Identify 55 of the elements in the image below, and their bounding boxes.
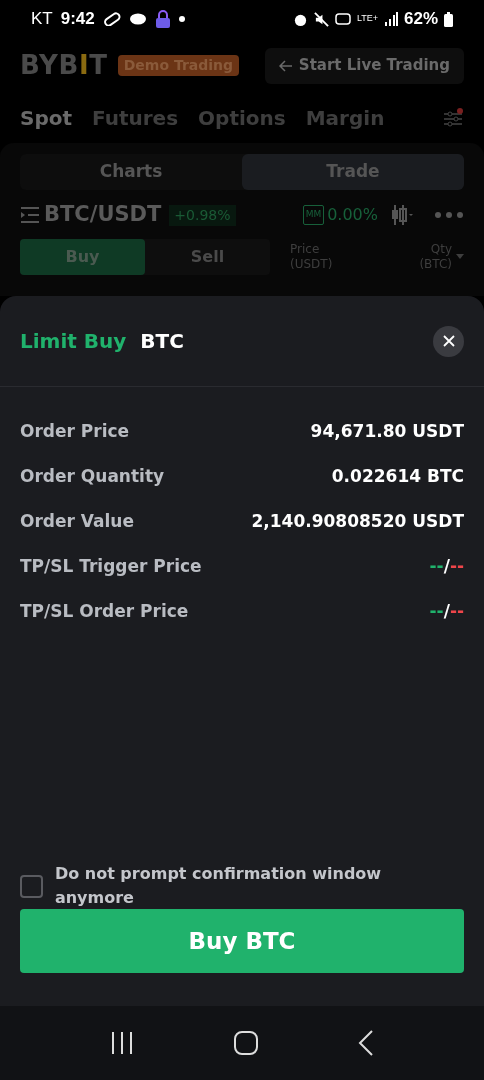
signal-icon xyxy=(383,12,398,26)
market-tab[interactable]: Options xyxy=(198,103,286,133)
stop-loss-value: -- xyxy=(449,554,464,578)
battery-icon xyxy=(444,11,453,27)
row-label: Order Quantity xyxy=(20,464,165,488)
row-value: 94,671.80 USDT xyxy=(310,419,464,443)
stop-loss-value: -- xyxy=(449,599,464,623)
view-tab[interactable]: Trade xyxy=(242,154,464,190)
market-tab[interactable]: Futures xyxy=(92,103,179,133)
lock-icon xyxy=(154,9,171,29)
clock: 9:42 xyxy=(60,8,95,31)
close-icon xyxy=(442,335,455,347)
recent-apps-icon[interactable] xyxy=(110,1031,134,1055)
row-label: Order Value xyxy=(20,509,134,533)
mm-rate: 0.00% xyxy=(327,204,378,226)
more-icon[interactable] xyxy=(434,211,464,219)
menu-icon[interactable] xyxy=(20,206,40,224)
filter-settings-icon[interactable] xyxy=(442,107,464,129)
dialog-asset: BTC xyxy=(140,328,184,355)
caret-icon[interactable] xyxy=(456,254,464,260)
take-profit-value: -- xyxy=(429,599,444,623)
separator: / xyxy=(443,554,450,578)
checkbox[interactable] xyxy=(20,874,43,898)
row-value: 0.022614 BTC xyxy=(331,464,464,488)
side-tab[interactable]: Buy xyxy=(20,239,145,275)
logo: BYBIT xyxy=(20,49,108,82)
take-profit-value: -- xyxy=(429,554,444,578)
mm-badge: MM xyxy=(302,205,325,225)
start-live-trading-button[interactable]: Start Live Trading xyxy=(264,47,464,84)
network-type: LTE+ xyxy=(356,12,378,26)
row-label: TP/SL Trigger Price xyxy=(20,554,202,578)
market-tab[interactable]: Spot xyxy=(20,103,73,133)
row-label: Order Price xyxy=(20,419,130,443)
side-tab[interactable]: Sell xyxy=(145,239,270,275)
hd-icon xyxy=(334,12,351,26)
market-tab[interactable]: Margin xyxy=(305,103,385,133)
pair-symbol[interactable]: BTC/USDT xyxy=(44,199,162,231)
change-badge: +0.98% xyxy=(169,204,236,226)
checkbox-label: Do not prompt confirmation window anymore xyxy=(54,863,383,909)
candlestick-icon[interactable] xyxy=(390,203,416,227)
buy-btc-button[interactable]: Buy BTC xyxy=(20,909,464,973)
dot-icon xyxy=(178,16,185,22)
home-icon[interactable] xyxy=(234,1031,258,1055)
battery-level: 62% xyxy=(403,8,438,31)
mute-icon xyxy=(313,11,329,27)
pill-icon xyxy=(102,12,121,26)
carrier: KT xyxy=(31,8,53,31)
view-tab[interactable]: Charts xyxy=(20,154,242,190)
row-label: TP/SL Order Price xyxy=(20,599,189,623)
separator: / xyxy=(443,599,450,623)
row-value: 2,140.90808520 USDT xyxy=(251,509,464,533)
dialog-title: Limit Buy xyxy=(20,328,127,355)
arrow-left-icon xyxy=(278,59,293,72)
back-icon[interactable] xyxy=(358,1030,374,1056)
close-button[interactable] xyxy=(433,325,464,357)
